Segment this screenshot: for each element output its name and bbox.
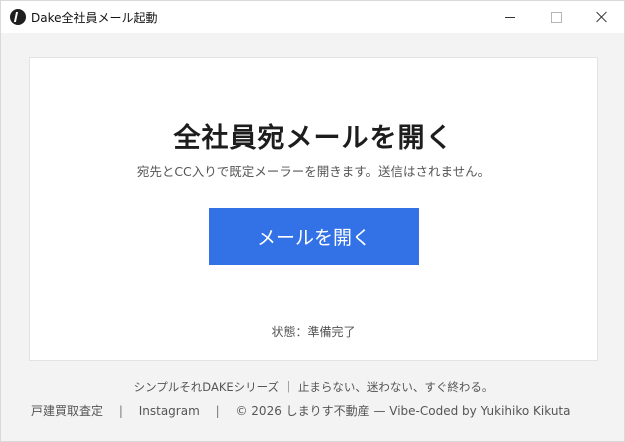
minimize-button[interactable] bbox=[487, 1, 533, 33]
window-title: Dake全社員メール起動 bbox=[31, 11, 158, 25]
footer-link-appraisal[interactable]: 戸建買取査定 bbox=[31, 404, 103, 418]
minimize-icon bbox=[505, 16, 515, 18]
page-title: 全社員宛メールを開く bbox=[173, 123, 454, 154]
app-window: Dake全社員メール起動 全社員宛メールを開く 宛先とCC入りで既定メーラーを開… bbox=[0, 0, 625, 442]
footer-link-instagram[interactable]: Instagram bbox=[139, 404, 200, 418]
maximize-button[interactable] bbox=[533, 1, 579, 33]
footer-separator: | bbox=[215, 404, 220, 418]
maximize-icon bbox=[550, 11, 562, 23]
status-text: 状態：準備完了 bbox=[271, 325, 356, 339]
close-button[interactable] bbox=[579, 1, 625, 33]
open-mail-button[interactable]: メールを開く bbox=[209, 208, 419, 265]
description-text: 宛先とCC入りで既定メーラーを開きます。送信はされません。 bbox=[136, 164, 491, 179]
title-bar[interactable]: Dake全社員メール起動 bbox=[1, 1, 624, 33]
footer-separator: | bbox=[118, 404, 123, 418]
series-tagline: シンプルそれDAKEシリーズ ｜ 止まらない、迷わない、すぐ終わる。 bbox=[133, 380, 494, 394]
footer-bar: 戸建買取査定 | Instagram | © 2026 しまりす不動産 — Vi… bbox=[31, 402, 570, 419]
copyright-text: © 2026 しまりす不動産 — Vibe-Coded by Yukihiko … bbox=[235, 404, 571, 418]
app-logo-icon bbox=[10, 9, 26, 25]
main-card: 全社員宛メールを開く 宛先とCC入りで既定メーラーを開きます。送信はされません。… bbox=[29, 57, 598, 361]
close-icon bbox=[596, 11, 608, 23]
